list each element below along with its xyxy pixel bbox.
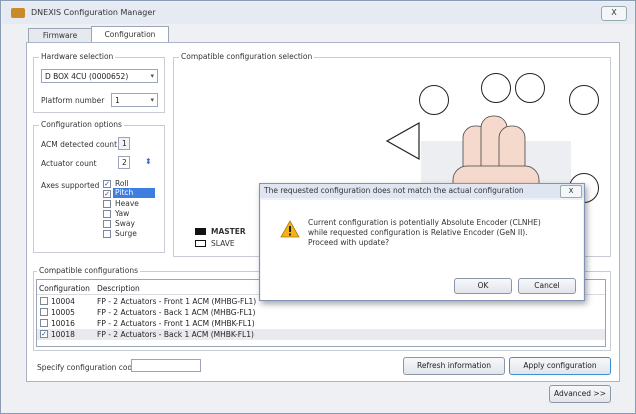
device-select[interactable]: D BOX 4CU (0000652) ▾: [41, 69, 158, 83]
platform-number-value: 1: [115, 96, 120, 105]
row-checkbox[interactable]: [40, 308, 48, 316]
axis-pitch-checkbox[interactable]: ✓: [103, 190, 111, 198]
table-row[interactable]: 10005 FP - 2 Actuators - Back 1 ACM (MHB…: [37, 307, 605, 318]
row-description: FP - 2 Actuators - Back 1 ACM (MHBG-FL1): [97, 308, 256, 317]
actuator-count-label: Actuator count: [41, 159, 97, 168]
app-logo-icon: [11, 8, 25, 18]
spin-arrows-icon[interactable]: ⬍: [145, 157, 152, 166]
chevron-down-icon: ▾: [150, 96, 154, 104]
refresh-information-button[interactable]: Refresh information: [403, 357, 505, 375]
row-description: FP - 2 Actuators - Front 1 ACM (MHBG-FL1…: [97, 297, 257, 306]
warning-icon: [280, 220, 300, 238]
actuator-count-field[interactable]: 2: [118, 156, 130, 169]
table-row[interactable]: 10016 FP - 2 Actuators - Front 1 ACM (MH…: [37, 318, 605, 329]
configuration-selection-label: Compatible configuration selection: [179, 52, 315, 61]
axis-surge-label: Surge: [115, 229, 137, 238]
window-close-button[interactable]: X: [601, 6, 627, 21]
axes-supported-label: Axes supported: [41, 181, 100, 190]
dialog-ok-button[interactable]: OK: [454, 278, 512, 294]
row-configuration: 10016: [51, 319, 75, 328]
actuator-slot-front-center-left[interactable]: [481, 73, 511, 103]
row-checkbox[interactable]: [40, 319, 48, 327]
tab-firmware-update[interactable]: Firmware update: [28, 28, 92, 54]
tab-configuration-update[interactable]: Configuration update: [91, 26, 169, 55]
chevron-down-icon: ▾: [150, 72, 154, 80]
configuration-options-label: Configuration options: [39, 120, 124, 129]
slave-legend-label: SLAVE: [211, 239, 235, 248]
master-legend-label: MASTER: [211, 227, 246, 236]
row-checkbox[interactable]: ✓: [40, 330, 48, 338]
device-select-value: D BOX 4CU (0000652): [45, 72, 129, 81]
axis-yaw-checkbox[interactable]: [103, 210, 111, 218]
axis-roll-checkbox[interactable]: ✓: [103, 180, 111, 188]
axis-surge-checkbox[interactable]: [103, 230, 111, 238]
advanced-button[interactable]: Advanced >>: [549, 385, 611, 403]
acm-detected-label: ACM detected count: [41, 140, 118, 149]
dialog-cancel-button[interactable]: Cancel: [518, 278, 576, 294]
actuator-slot-front-right[interactable]: [569, 85, 599, 115]
apply-configuration-button[interactable]: Apply configuration: [509, 357, 611, 375]
axis-heave-label: Heave: [115, 199, 139, 208]
mismatch-dialog: The requested configuration does not mat…: [259, 183, 585, 301]
row-configuration: 10018: [51, 330, 75, 339]
column-header-configuration[interactable]: Configuration: [39, 283, 90, 294]
platform-number-label: Platform number: [41, 96, 105, 105]
front-direction-icon: [385, 121, 420, 161]
row-configuration: 10004: [51, 297, 75, 306]
compatible-configurations-label: Compatible configurations: [37, 266, 141, 275]
configuration-code-input[interactable]: [131, 359, 201, 372]
master-legend-swatch: [195, 228, 206, 235]
column-header-description[interactable]: Description: [97, 283, 140, 294]
dialog-message: Current configuration is potentially Abs…: [308, 218, 541, 247]
axes-list: ✓ Roll ✓ Pitch Heave Yaw Sway Surge: [103, 179, 161, 241]
row-description: FP - 2 Actuators - Back 1 ACM (MHBK-FL1): [97, 330, 254, 339]
dialog-title: The requested configuration does not mat…: [260, 184, 584, 198]
main-window: DNEXIS Configuration Manager X Firmware …: [0, 0, 636, 414]
row-description: FP - 2 Actuators - Front 1 ACM (MHBK-FL1…: [97, 319, 255, 328]
axis-sway-label: Sway: [115, 219, 135, 228]
axis-sway-checkbox[interactable]: [103, 220, 111, 228]
axis-pitch-label: Pitch: [113, 188, 155, 198]
axis-heave-checkbox[interactable]: [103, 200, 111, 208]
acm-detected-field: 1: [118, 137, 130, 150]
actuator-slot-front-center-right[interactable]: [515, 73, 545, 103]
axis-roll-label: Roll: [115, 179, 129, 188]
specify-code-label: Specify configuration code: [37, 363, 137, 372]
actuator-slot-front-left[interactable]: [419, 85, 449, 115]
dialog-close-button[interactable]: X: [560, 185, 582, 198]
table-row[interactable]: ✓ 10018 FP - 2 Actuators - Back 1 ACM (M…: [37, 329, 605, 340]
slave-legend-swatch: [195, 240, 206, 247]
hardware-selection-label: Hardware selection: [39, 52, 116, 61]
window-title: DNEXIS Configuration Manager: [31, 8, 156, 17]
row-configuration: 10005: [51, 308, 75, 317]
row-checkbox[interactable]: [40, 297, 48, 305]
axis-yaw-label: Yaw: [115, 209, 130, 218]
platform-number-select[interactable]: 1 ▾: [111, 93, 158, 107]
